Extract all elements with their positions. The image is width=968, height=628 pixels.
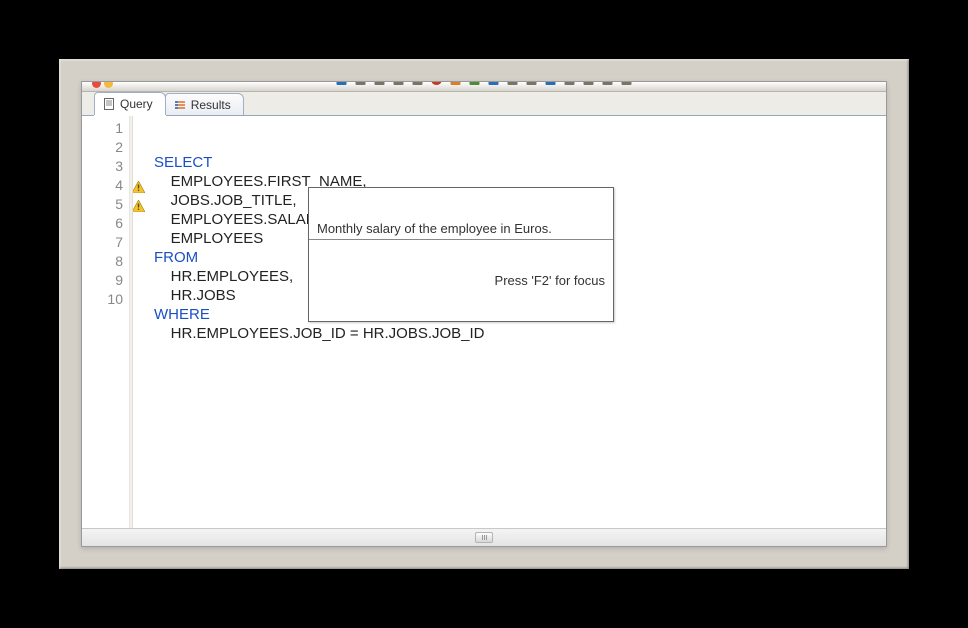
toolbar-icon[interactable] [546, 81, 556, 85]
toolbar-icon[interactable] [622, 81, 632, 85]
code-line[interactable]: SELECT [154, 153, 886, 172]
results-icon [174, 99, 186, 111]
document-icon [103, 98, 115, 110]
toolbar-icon[interactable] [356, 81, 366, 85]
code-line[interactable]: HR.EMPLOYEES.JOB_ID = HR.JOBS.JOB_ID [154, 324, 886, 343]
toolbar-icon[interactable] [584, 81, 594, 85]
line-number: 9 [82, 271, 129, 290]
toolbar-icon[interactable] [470, 81, 480, 85]
line-number: 5 [82, 195, 129, 214]
toolbar-icon[interactable] [603, 81, 613, 85]
line-number: 7 [82, 233, 129, 252]
toolbar-icon[interactable] [489, 81, 499, 85]
toolbar-icon[interactable] [337, 81, 347, 85]
toolbar-icon[interactable] [565, 81, 575, 85]
toolbar-icon[interactable] [413, 81, 423, 85]
tab-query[interactable]: Query [94, 92, 166, 115]
tab-label: Query [120, 97, 153, 111]
inline-tooltip: Monthly salary of the employee in Euros.… [308, 187, 614, 322]
tab-results[interactable]: Results [165, 93, 244, 115]
line-number: 1 [82, 119, 129, 138]
toolbar-icon[interactable] [375, 81, 385, 85]
line-number-gutter: 12345678910 [82, 116, 130, 528]
window-controls [92, 81, 113, 88]
line-number: 10 [82, 290, 129, 309]
minimize-icon[interactable] [104, 81, 113, 88]
tab-strip: Query Results [82, 92, 886, 116]
close-icon[interactable] [92, 81, 101, 88]
line-number: 8 [82, 252, 129, 271]
line-number: 3 [82, 157, 129, 176]
toolbar-icons [337, 81, 632, 86]
line-number: 6 [82, 214, 129, 233]
tab-label: Results [191, 98, 231, 112]
line-number: 2 [82, 138, 129, 157]
toolbar [82, 82, 886, 92]
horizontal-scrollbar[interactable] [82, 528, 886, 546]
toolbar-icon[interactable] [394, 81, 404, 85]
line-number: 4 [82, 176, 129, 195]
tooltip-message: Monthly salary of the employee in Euros. [309, 218, 613, 240]
app-window: Query Results 12345678910 SELECT EMPLOYE… [81, 81, 887, 547]
toolbar-icon[interactable] [432, 81, 442, 85]
app-frame: Query Results 12345678910 SELECT EMPLOYE… [59, 59, 909, 569]
code-editor[interactable]: SELECT EMPLOYEES.FIRST_NAME, JOBS.JOB_TI… [130, 116, 886, 528]
editor-area[interactable]: 12345678910 SELECT EMPLOYEES.FIRST_NAME,… [82, 116, 886, 528]
toolbar-icon[interactable] [508, 81, 518, 85]
toolbar-icon[interactable] [527, 81, 537, 85]
tooltip-hint: Press 'F2' for focus [309, 270, 613, 291]
scrollbar-thumb[interactable] [475, 532, 493, 543]
toolbar-icon[interactable] [451, 81, 461, 85]
